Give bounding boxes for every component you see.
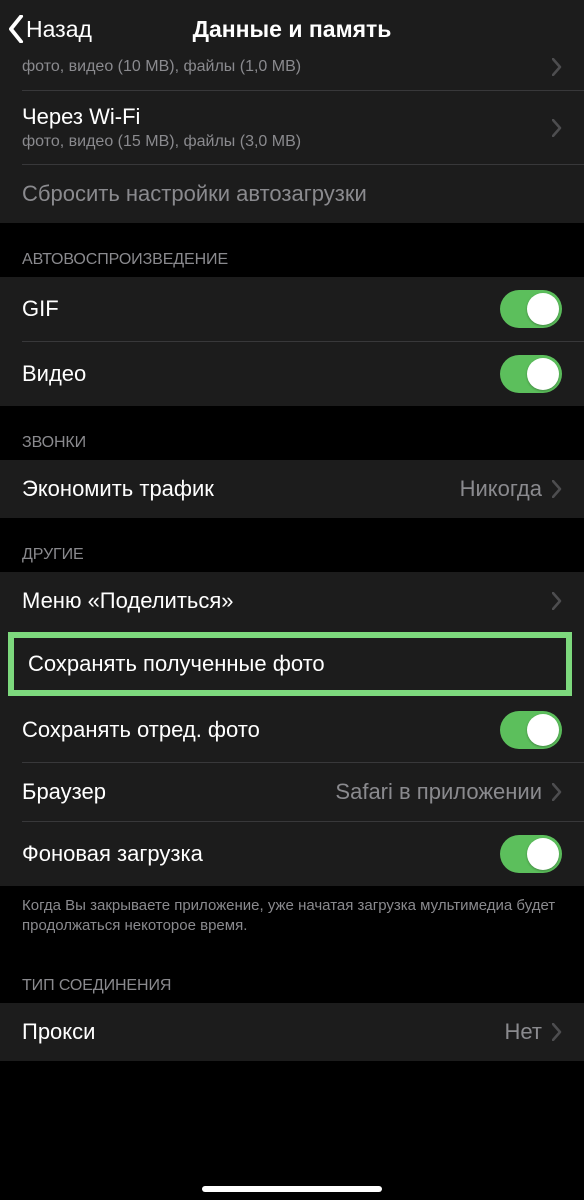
highlighted-save-incoming: Сохранять полученные фото [8,632,572,696]
row-video: Видео [0,342,584,406]
background-toggle[interactable] [500,835,562,873]
chevron-right-icon [552,119,562,137]
save-edited-toggle[interactable] [500,711,562,749]
section-header-other: ДРУГИЕ [0,518,584,572]
row-share-menu[interactable]: Меню «Поделиться» [0,572,584,630]
row-background-download: Фоновая загрузка [0,822,584,886]
chevron-right-icon [552,1023,562,1041]
row-browser[interactable]: Браузер Safari в приложении [0,763,584,821]
section-header-autoplay: АВТОВОСПРОИЗВЕДЕНИЕ [0,223,584,277]
row-wifi[interactable]: Через Wi-Fi фото, видео (15 MB), файлы (… [0,91,584,164]
browser-label: Браузер [22,779,106,805]
row-save-incoming[interactable]: Сохранять полученные фото [14,638,566,690]
browser-value: Safari в приложении [335,779,542,805]
background-footer: Когда Вы закрываете приложение, уже нача… [0,886,584,943]
share-menu-label: Меню «Поделиться» [22,588,234,614]
mobile-data-sub: фото, видео (10 MB), файлы (1,0 MB) [22,58,562,76]
row-gif: GIF [0,277,584,341]
background-label: Фоновая загрузка [22,841,203,867]
chevron-right-icon [552,783,562,801]
save-incoming-label: Сохранять полученные фото [28,651,325,677]
row-save-edited: Сохранять отред. фото [0,698,584,762]
wifi-sub: фото, видео (15 MB), файлы (3,0 MB) [22,133,301,151]
chevron-left-icon [8,15,24,43]
row-proxy[interactable]: Прокси Нет [0,1003,584,1061]
row-reset-autodownload[interactable]: Сбросить настройки автозагрузки [0,165,584,223]
video-label: Видео [22,361,86,387]
save-traffic-value: Никогда [460,476,542,502]
back-label: Назад [26,16,92,43]
proxy-label: Прокси [22,1019,95,1045]
section-header-connection: ТИП СОЕДИНЕНИЯ [0,943,584,1003]
content-scroll[interactable]: фото, видео (10 MB), файлы (1,0 MB) Чере… [0,58,584,1200]
proxy-value: Нет [505,1019,542,1045]
row-mobile-data[interactable]: фото, видео (10 MB), файлы (1,0 MB) [0,58,584,90]
wifi-label: Через Wi-Fi [22,104,301,130]
save-traffic-label: Экономить трафик [22,476,214,502]
gif-toggle[interactable] [500,290,562,328]
chevron-right-icon [552,480,562,498]
navbar: Назад Данные и память [0,0,584,58]
chevron-right-icon [552,592,562,610]
gif-label: GIF [22,296,59,322]
save-edited-label: Сохранять отред. фото [22,717,260,743]
row-save-traffic[interactable]: Экономить трафик Никогда [0,460,584,518]
reset-label: Сбросить настройки автозагрузки [22,181,367,207]
page-title: Данные и память [193,16,392,43]
back-button[interactable]: Назад [8,0,92,58]
video-toggle[interactable] [500,355,562,393]
section-header-calls: ЗВОНКИ [0,406,584,460]
home-indicator[interactable] [202,1186,382,1192]
chevron-right-icon [552,58,562,76]
